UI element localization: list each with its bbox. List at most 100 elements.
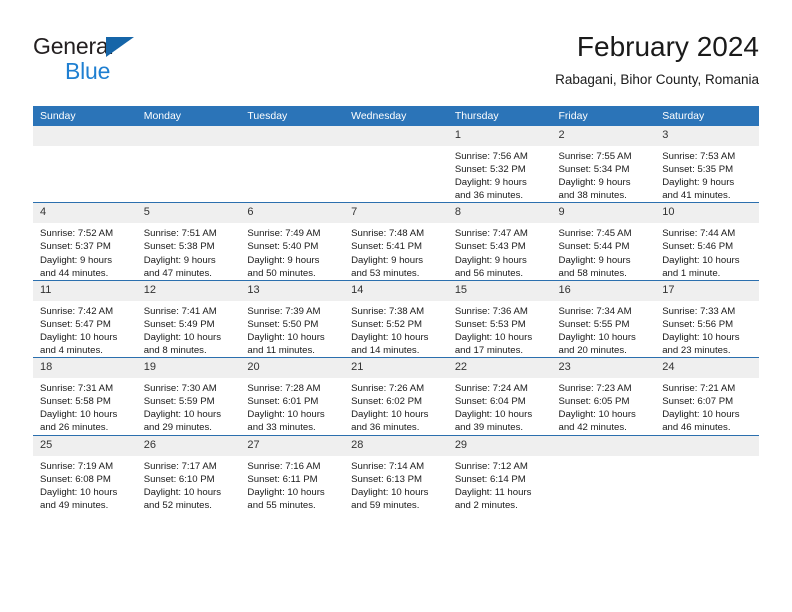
daylight-duration-line2: and 44 minutes. (40, 267, 109, 279)
calendar-day-cell[interactable]: 14 Sunrise: 7:38 AM Sunset: 5:52 PM Dayligh… (344, 279, 448, 358)
calendar-day-cell[interactable]: 2 Sunrise: 7:55 AM Sunset: 5:34 PM Daylight… (551, 126, 656, 203)
day-number: 18 (33, 358, 137, 379)
daylight-duration-line1: Daylight: 9 hours (558, 177, 631, 189)
daylight-duration-line1: Daylight: 10 hours (143, 486, 222, 498)
calendar-day-cell[interactable]: 10 Sunrise: 7:44 AM Sunset: 5:46 PM Dayligh… (655, 202, 759, 281)
calendar-day-cell[interactable]: 19 Sunrise: 7:30 AM Sunset: 5:59 PM Dayligh… (136, 357, 241, 435)
calendar-day-cell[interactable]: 23 Sunrise: 7:23 AM Sunset: 6:05 PM Dayligh… (551, 357, 656, 435)
calendar-day-cell[interactable]: 21 Sunrise: 7:26 AM Sunset: 6:02 PM Dayligh… (344, 357, 448, 435)
sunrise-time: Sunrise: 7:52 AM (40, 228, 114, 240)
sunset-time: Sunset: 5:55 PM (558, 318, 630, 330)
day-details: Sunrise: 7:38 AM Sunset: 5:52 PM Daylight:… (344, 301, 448, 357)
sunrise-time: Sunrise: 7:53 AM (662, 151, 736, 162)
logo-text-blue: Blue (65, 58, 111, 84)
day-number (551, 435, 656, 456)
daylight-duration-line1: Daylight: 10 hours (351, 331, 429, 343)
day-details: Sunrise: 7:31 AM Sunset: 5:58 PM Daylight:… (33, 378, 137, 434)
calendar-day-cell[interactable]: 20 Sunrise: 7:28 AM Sunset: 6:01 PM Dayligh… (240, 357, 345, 435)
calendar-day-cell[interactable]: 16 Sunrise: 7:34 AM Sunset: 5:55 PM Dayligh… (551, 279, 656, 358)
daylight-duration-line1: Daylight: 10 hours (454, 409, 533, 421)
calendar-week-row: 11 Sunrise: 7:42 AM Sunset: 5:47 PM Dayligh… (33, 279, 759, 358)
daylight-duration-line2: and 42 minutes. (558, 422, 627, 434)
calendar-day-cell[interactable]: 11 Sunrise: 7:42 AM Sunset: 5:47 PM Dayligh… (33, 279, 137, 358)
sunrise-time: Sunrise: 7:31 AM (40, 383, 114, 395)
calendar-week-row: 18 Sunrise: 7:31 AM Sunset: 5:58 PM Dayligh… (33, 357, 759, 435)
day-number (33, 126, 137, 146)
day-number: 9 (551, 203, 656, 224)
calendar-week-row: 4 Sunrise: 7:52 AM Sunset: 5:37 PM Daylight… (33, 202, 759, 281)
calendar-day-cell[interactable]: 15 Sunrise: 7:36 AM Sunset: 5:53 PM Dayligh… (447, 279, 552, 358)
calendar-day-cell[interactable]: 4 Sunrise: 7:52 AM Sunset: 5:37 PM Daylight… (33, 202, 137, 281)
calendar-day-cell[interactable]: 5 Sunrise: 7:51 AM Sunset: 5:38 PM Daylight… (136, 202, 241, 281)
day-number: 16 (551, 280, 656, 301)
daylight-duration-line2: and 33 minutes. (247, 422, 316, 434)
calendar-empty-cell (240, 126, 345, 203)
calendar-day-cell[interactable]: 27 Sunrise: 7:16 AM Sunset: 6:11 PM Dayligh… (240, 434, 345, 512)
daylight-duration-line2: and 47 minutes. (143, 267, 212, 279)
sunrise-time: Sunrise: 7:45 AM (558, 228, 632, 240)
sunset-time: Sunset: 6:05 PM (558, 396, 630, 408)
day-details: Sunrise: 7:49 AM Sunset: 5:40 PM Daylight:… (240, 223, 344, 279)
sunrise-time: Sunrise: 7:36 AM (454, 305, 528, 317)
calendar-day-cell[interactable]: 24 Sunrise: 7:21 AM Sunset: 6:07 PM Dayligh… (655, 357, 759, 435)
calendar-day-cell[interactable]: 6 Sunrise: 7:49 AM Sunset: 5:40 PM Daylight… (240, 202, 345, 281)
sunrise-time: Sunrise: 7:56 AM (454, 151, 528, 162)
sunset-time: Sunset: 5:40 PM (247, 241, 319, 253)
daylight-duration-line2: and 11 minutes. (247, 345, 315, 357)
day-number: 5 (136, 203, 241, 224)
sunrise-time: Sunrise: 7:42 AM (40, 305, 114, 317)
calendar-day-cell[interactable]: 29 Sunrise: 7:12 AM Sunset: 6:14 PM Dayligh… (447, 434, 552, 512)
sunrise-time: Sunrise: 7:49 AM (247, 228, 321, 240)
daylight-duration-line2: and 50 minutes. (247, 267, 316, 279)
day-details: Sunrise: 7:52 AM Sunset: 5:37 PM Daylight:… (33, 223, 137, 279)
day-number: 27 (240, 435, 345, 456)
day-details: Sunrise: 7:21 AM Sunset: 6:07 PM Daylight:… (655, 378, 759, 434)
day-number: 23 (551, 358, 656, 379)
day-number: 22 (447, 358, 552, 379)
weekday-header-saturday: Saturday (655, 106, 759, 126)
daylight-duration-line2: and 14 minutes. (351, 345, 420, 357)
daylight-duration-line1: Daylight: 10 hours (143, 331, 222, 343)
day-details: Sunrise: 7:26 AM Sunset: 6:02 PM Daylight:… (344, 378, 448, 434)
sunrise-time: Sunrise: 7:44 AM (662, 228, 736, 240)
day-number: 13 (240, 280, 345, 301)
calendar-week-row: 1 Sunrise: 7:56 AM Sunset: 5:32 PM Daylight… (33, 126, 759, 203)
calendar-day-cell[interactable]: 8 Sunrise: 7:47 AM Sunset: 5:43 PM Daylight… (447, 202, 552, 281)
sunrise-time: Sunrise: 7:47 AM (454, 228, 528, 240)
daylight-duration-line2: and 52 minutes. (143, 499, 212, 511)
sunrise-time: Sunrise: 7:51 AM (143, 228, 217, 240)
daylight-duration-line1: Daylight: 9 hours (558, 254, 631, 266)
sunrise-time: Sunrise: 7:23 AM (558, 383, 632, 395)
calendar-day-cell[interactable]: 12 Sunrise: 7:41 AM Sunset: 5:49 PM Dayligh… (136, 279, 241, 358)
day-details: Sunrise: 7:34 AM Sunset: 5:55 PM Daylight:… (552, 301, 656, 357)
title-block: February 2024 Rabagani, Bihor County, Ro… (555, 30, 759, 90)
day-number: 29 (447, 435, 552, 456)
day-details: Sunrise: 7:14 AM Sunset: 6:13 PM Daylight:… (344, 456, 448, 512)
sunrise-time: Sunrise: 7:16 AM (247, 460, 321, 472)
calendar-day-cell[interactable]: 7 Sunrise: 7:48 AM Sunset: 5:41 PM Daylight… (344, 202, 448, 281)
calendar-day-cell[interactable]: 17 Sunrise: 7:33 AM Sunset: 5:56 PM Dayligh… (655, 279, 759, 358)
general-blue-logo[interactable]: General Blue (33, 34, 253, 94)
calendar-day-cell[interactable]: 13 Sunrise: 7:39 AM Sunset: 5:50 PM Dayligh… (240, 279, 345, 358)
daylight-duration-line1: Daylight: 10 hours (247, 331, 325, 343)
daylight-duration-line1: Daylight: 9 hours (662, 177, 735, 189)
sunrise-time: Sunrise: 7:30 AM (143, 383, 217, 395)
calendar-day-cell[interactable]: 28 Sunrise: 7:14 AM Sunset: 6:13 PM Dayligh… (344, 434, 448, 512)
calendar-day-cell[interactable]: 18 Sunrise: 7:31 AM Sunset: 5:58 PM Dayligh… (33, 357, 137, 435)
daylight-duration-line1: Daylight: 10 hours (662, 254, 740, 266)
calendar-day-cell[interactable]: 22 Sunrise: 7:24 AM Sunset: 6:04 PM Dayligh… (447, 357, 552, 435)
sunrise-time: Sunrise: 7:21 AM (662, 383, 736, 395)
logo-general-word: General (33, 33, 114, 59)
sunrise-sunset-calendar: Sunday Monday Tuesday Wednesday Thursday… (33, 106, 759, 512)
day-number: 4 (33, 203, 137, 224)
calendar-day-cell[interactable]: 26 Sunrise: 7:17 AM Sunset: 6:10 PM Dayligh… (136, 434, 241, 512)
day-number: 8 (447, 203, 552, 224)
sunset-time: Sunset: 6:02 PM (351, 396, 423, 408)
calendar-day-cell[interactable]: 1 Sunrise: 7:56 AM Sunset: 5:32 PM Daylight… (447, 126, 552, 203)
calendar-day-cell[interactable]: 25 Sunrise: 7:19 AM Sunset: 6:08 PM Dayligh… (33, 434, 137, 512)
weekday-header-wednesday: Wednesday (344, 106, 448, 126)
calendar-day-cell[interactable]: 9 Sunrise: 7:45 AM Sunset: 5:44 PM Daylight… (551, 202, 656, 281)
calendar-day-cell[interactable]: 3 Sunrise: 7:53 AM Sunset: 5:35 PM Daylight… (655, 126, 759, 203)
weekday-header-friday: Friday (551, 106, 656, 126)
daylight-duration-line1: Daylight: 10 hours (454, 331, 533, 343)
